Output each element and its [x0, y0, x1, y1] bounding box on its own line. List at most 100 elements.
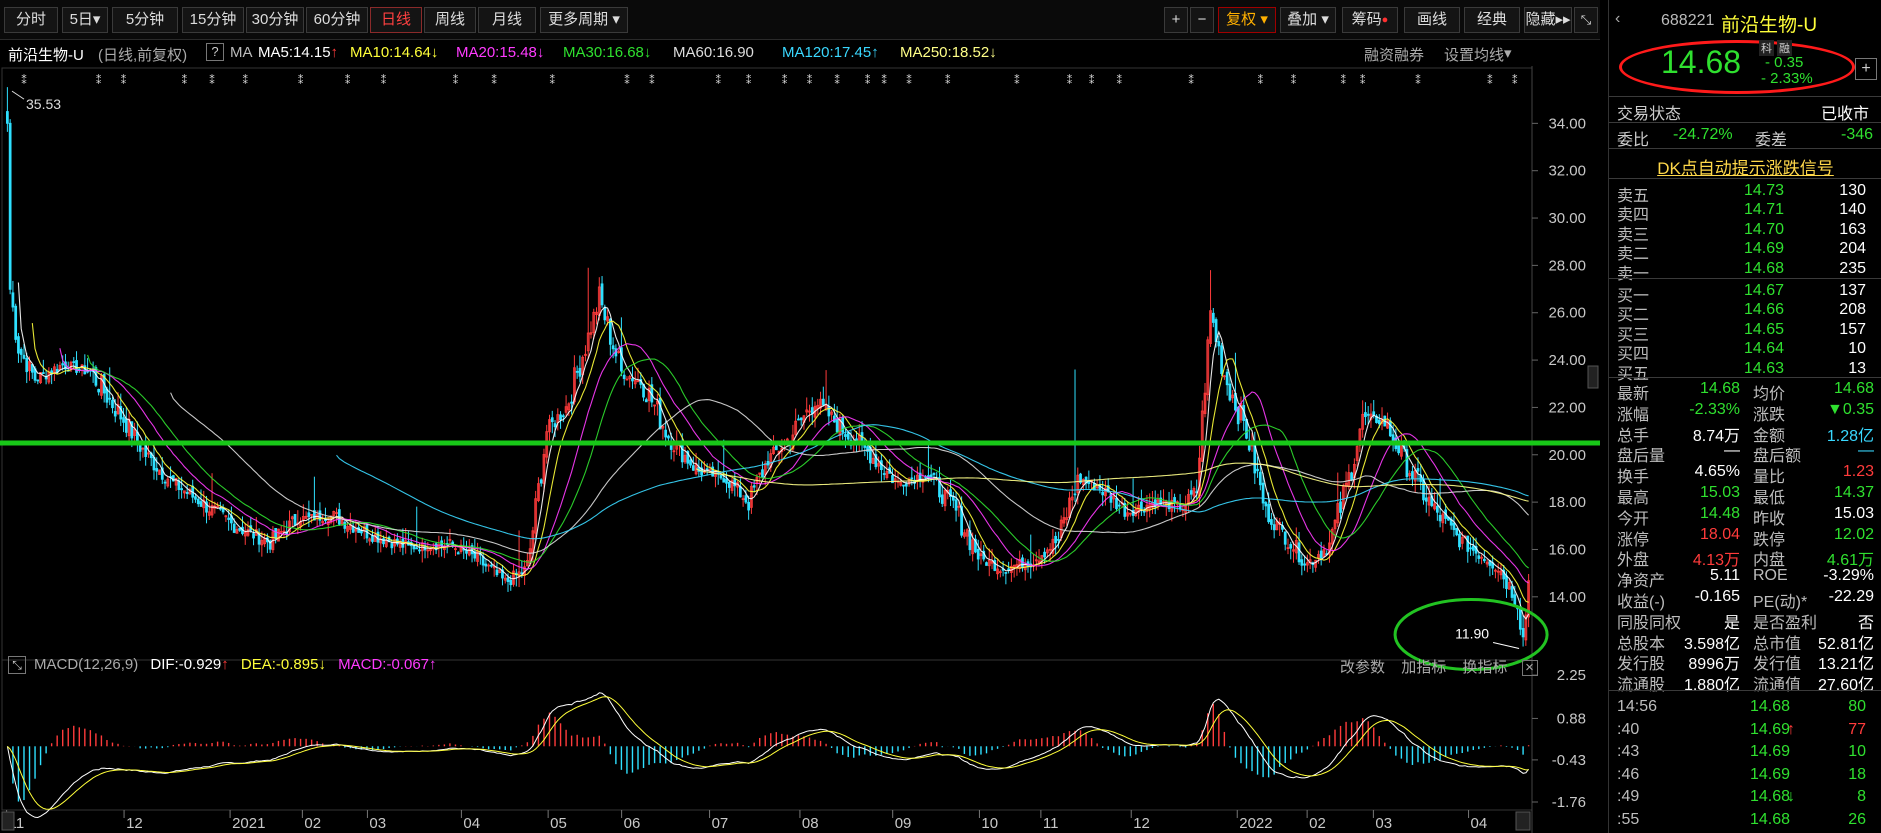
period-weekly[interactable]: 周线	[424, 7, 476, 33]
chart-grid	[1, 66, 1599, 833]
macd-expand-icon[interactable]: ⤡	[8, 656, 26, 674]
stock-app: 分时 5日▾ 5分钟 15分钟 30分钟 60分钟 日线 周线 月线 更多周期 …	[0, 0, 1881, 833]
period-5min[interactable]: 5分钟	[112, 7, 178, 33]
switch-indicator-link[interactable]: 换指标	[1462, 659, 1507, 676]
stat-value: 15.03	[1833, 504, 1874, 522]
candle-body	[343, 521, 347, 529]
candle-body	[1264, 502, 1268, 507]
ask-price: 14.71	[1743, 201, 1784, 219]
margin-trading-link[interactable]: 融资融券	[1364, 44, 1424, 65]
candle-body	[1471, 545, 1475, 551]
zoom-out-button[interactable]: −	[1190, 7, 1214, 33]
tick-volume: 10	[1848, 743, 1866, 761]
stat-row: 最新 14.68 均价 14.68	[1609, 378, 1881, 403]
bid-price: 14.66	[1743, 301, 1784, 319]
price-change-pct: - 2.33%	[1761, 70, 1813, 87]
annotations: 35.53 11.90	[0, 90, 1600, 672]
period-more[interactable]: 更多周期 ▾	[540, 7, 628, 33]
overlay-button[interactable]: 叠加 ▾	[1280, 7, 1336, 33]
candle-body	[719, 474, 723, 479]
stat-row: 同股同权是是否盈利否	[1609, 607, 1881, 632]
signal-link[interactable]: DK点自动提示涨跌信号	[1609, 154, 1881, 179]
candle-body	[603, 306, 607, 321]
hide-button[interactable]: 隐藏▸▸	[1524, 7, 1572, 33]
candle-body	[1043, 551, 1046, 558]
ask-price: 14.69	[1743, 240, 1784, 258]
candle-body	[1270, 519, 1273, 525]
bid-volume: 13	[1848, 359, 1866, 377]
tick-time: :46	[1617, 765, 1640, 783]
draw-button[interactable]: 画线	[1404, 7, 1460, 33]
candle-body	[6, 111, 9, 124]
candle-body	[1267, 503, 1270, 523]
period-monthly[interactable]: 月线	[478, 7, 536, 33]
signal-row[interactable]: DK点自动提示涨跌信号	[1609, 152, 1881, 179]
date-tick-label: 10	[981, 815, 998, 832]
period-minute[interactable]: 分时	[4, 7, 58, 33]
macd-frame	[1, 659, 1533, 811]
dea-line	[7, 696, 1529, 810]
ma20-value: MA20:15.48↓	[456, 44, 545, 61]
macd-tick-label: -0.43	[1552, 752, 1586, 769]
add-indicator-link[interactable]: 加指标	[1401, 659, 1446, 676]
date-tick-label: 12	[126, 815, 143, 832]
divider	[1609, 96, 1881, 97]
period-15min[interactable]: 15分钟	[182, 7, 244, 33]
back-icon[interactable]: ‹	[1615, 10, 1620, 28]
candle-body	[1057, 538, 1060, 541]
collapse-icon[interactable]: ⤡	[1574, 7, 1598, 33]
ma-settings-link[interactable]: 设置均线 ▾	[1444, 44, 1512, 65]
candle-body	[761, 469, 764, 478]
close-icon[interactable]: ×	[1521, 660, 1538, 676]
tick-price: 14.69	[1749, 765, 1790, 783]
period-daily[interactable]: 日线	[370, 7, 422, 33]
candle-body	[1435, 505, 1439, 513]
candle-body	[506, 577, 510, 583]
chips-button[interactable]: 筹码●	[1342, 7, 1398, 33]
tick-time: 14:56	[1617, 698, 1658, 715]
tick-row: :40 14.69 ↑ 77	[1609, 719, 1881, 741]
kline-chart[interactable]: ⁑ ⁑ ⁑ ⁑ ⁑ ⁑ ⁑ ⁑ ⁑ ⁑ ⁑ ⁑ ⁑ ⁑ ⁑ ⁑ ⁑ ⁑ ⁑ ⁑ ⁑ ⁑ ⁑ ⁑ ⁑ ⁑ ⁑ ⁑ ⁑ ⁑ ⁑ ⁑ ⁑ ⁑ ⁑ 34.0…	[0, 66, 1600, 833]
ma250-line	[695, 462, 1529, 502]
period-60min[interactable]: 60分钟	[306, 7, 368, 33]
chevron-down-icon: ▾	[92, 11, 101, 28]
zoom-in-button[interactable]: +	[1164, 7, 1188, 33]
add-watchlist-button[interactable]: +	[1855, 58, 1877, 80]
candle-body	[611, 345, 615, 350]
candle-body	[559, 414, 562, 421]
candle-body	[138, 444, 142, 452]
adjust-button[interactable]: 复权 ▾	[1218, 7, 1276, 33]
candle-body	[1303, 563, 1306, 566]
price-tick-label: 22.00	[1548, 399, 1586, 416]
period-5day[interactable]: 5日▾	[62, 7, 108, 33]
candle-body	[1289, 544, 1293, 549]
weicha-label: 委差	[1755, 132, 1788, 149]
candle-body	[539, 479, 543, 484]
help-icon[interactable]: ?	[206, 43, 224, 61]
candle-body	[371, 535, 374, 542]
candle-body	[495, 569, 499, 576]
bid-volume: 208	[1839, 301, 1866, 319]
dif-line	[6, 692, 1529, 819]
event-mark-icon: ⁑	[1341, 74, 1347, 87]
stat-value: -3.29%	[1823, 567, 1874, 585]
candle-body	[644, 399, 648, 403]
candle-body	[846, 432, 850, 440]
period-30min[interactable]: 30分钟	[246, 7, 304, 33]
change-params-link[interactable]: 改参数	[1340, 659, 1385, 676]
stat-value: -22.29	[1828, 588, 1874, 605]
trade-status-row: 交易状态 已收市	[1609, 98, 1881, 123]
candle-body	[1300, 559, 1304, 566]
date-tick-label: 02	[1309, 815, 1326, 832]
classic-button[interactable]: 经典	[1464, 7, 1520, 33]
candle-body	[904, 483, 908, 487]
candle-body	[1521, 628, 1525, 638]
candle-body	[608, 318, 612, 345]
quote-panel: ‹ 688221 前沿生物-U 14.68 科 融 - 0.35 - 2.33%…	[1608, 0, 1881, 833]
stat-value: 14.68	[1699, 380, 1740, 397]
bid-price: 14.65	[1743, 320, 1784, 338]
period-more-label: 更多周期	[548, 11, 609, 28]
candle-body	[1319, 550, 1323, 559]
candle-body	[1220, 345, 1223, 374]
candle-body	[185, 491, 189, 494]
